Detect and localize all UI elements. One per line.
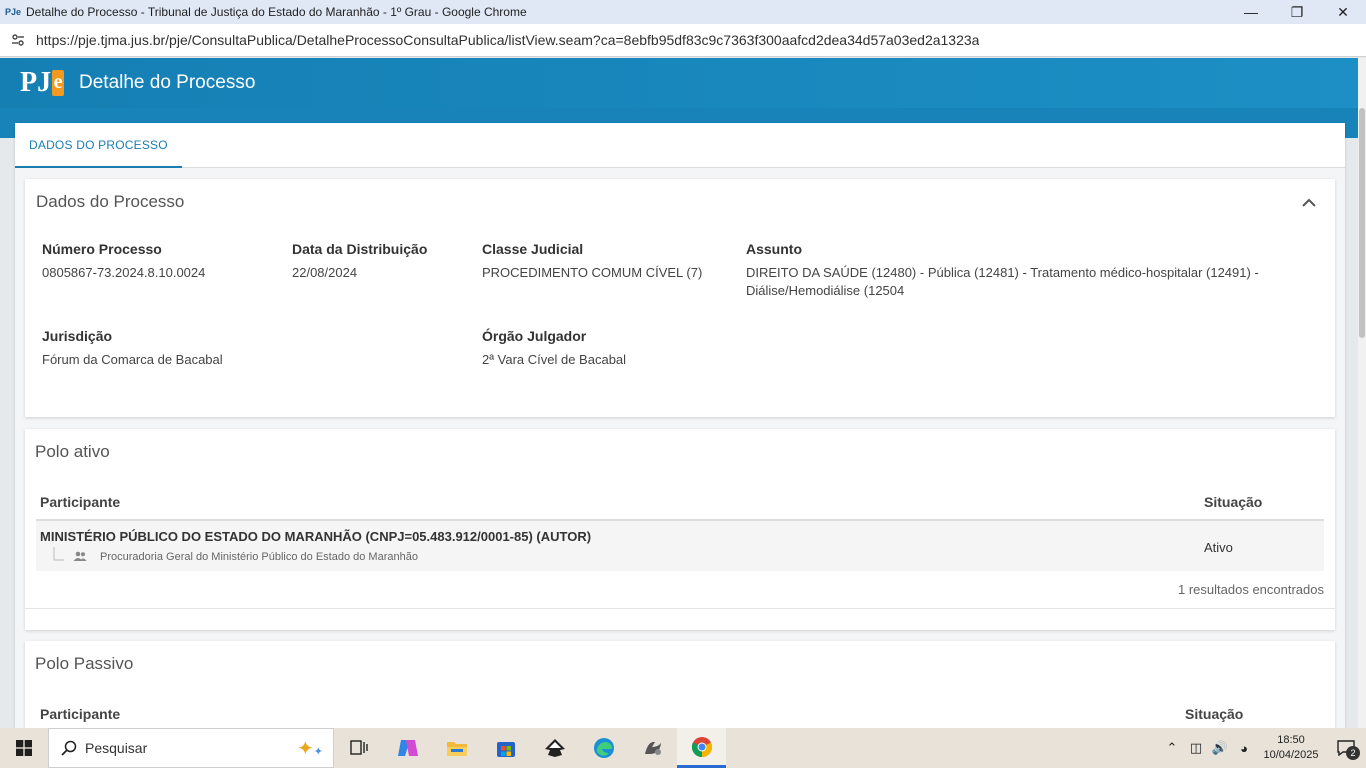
scrollbar-thumb[interactable] (1359, 108, 1365, 338)
address-bar: https://pje.tjma.jus.br/pje/ConsultaPubl… (0, 24, 1366, 57)
copilot-sparkle-icon: ✦✦ (297, 737, 323, 760)
site-settings-icon[interactable] (0, 33, 36, 47)
data-distribuicao-label: Data da Distribuição (292, 241, 428, 257)
search-icon (61, 740, 77, 756)
party-name[interactable]: MINISTÉRIO PÚBLICO DO ESTADO DO MARANHÃO… (40, 529, 591, 544)
url-text[interactable]: https://pje.tjma.jus.br/pje/ConsultaPubl… (36, 32, 979, 48)
close-button[interactable]: ✕ (1320, 0, 1366, 24)
network-icon[interactable]: ◕ (1232, 741, 1256, 756)
jurisdicao-value: Fórum da Comarca de Bacabal (42, 352, 223, 367)
numero-processo-label: Número Processo (42, 241, 162, 257)
assunto-value-line1: DIREITO DA SAÚDE (12480) - Pública (1248… (746, 265, 1259, 280)
orgao-julgador-label: Órgão Julgador (482, 328, 587, 344)
minimize-button[interactable]: — (1228, 0, 1274, 24)
logo-pj-text: PJ (20, 67, 52, 98)
logo-e-text: e (52, 70, 64, 96)
polo-passivo-card: Polo Passivo Participante Situação (25, 641, 1335, 728)
start-button[interactable] (0, 728, 48, 768)
numero-processo-value: 0805867-73.2024.8.10.0024 (42, 265, 206, 280)
restore-button[interactable]: ❐ (1274, 0, 1320, 24)
chevron-up-icon[interactable]: ⌃ (1160, 740, 1184, 756)
jurisdicao-label: Jurisdição (42, 328, 113, 344)
col-participante-header: Participante (40, 706, 121, 722)
tab-dados-do-processo[interactable]: DADOS DO PROCESSO (15, 123, 182, 168)
polo-ativo-card: Polo ativo Participante Situação MINISTÉ… (25, 429, 1335, 630)
party-status: Ativo (1204, 540, 1233, 555)
page-title: Detalhe do Processo (79, 72, 256, 93)
dados-processo-title: Dados do Processo (36, 192, 185, 211)
edge-icon[interactable] (579, 728, 628, 768)
windows-taskbar: Pesquisar ✦✦ ⌃ ◫ 🔊 ◕ 18:50 10/04/2025 2 (0, 728, 1366, 768)
orgao-julgador-value: 2ª Vara Cível de Bacabal (482, 352, 627, 367)
page-scrollbar[interactable] (1358, 58, 1366, 728)
clock-time: 18:50 (1277, 734, 1305, 746)
dados-processo-card: Dados do Processo Número Processo 080586… (25, 179, 1335, 417)
table-row[interactable]: MINISTÉRIO PÚBLICO DO ESTADO DO MARANHÃO… (36, 519, 1324, 571)
assunto-value-line2: Diálise/Hemodiálise (12504 (746, 283, 905, 298)
classe-judicial-label: Classe Judicial (482, 241, 584, 257)
tree-connector-icon (53, 547, 64, 561)
battery-icon[interactable]: ◫ (1184, 740, 1208, 756)
app-header: PJ e Detalhe do Processo (0, 58, 1358, 108)
search-label: Pesquisar (85, 740, 148, 756)
window-title: Detalhe do Processo - Tribunal de Justiç… (26, 5, 527, 19)
task-view-icon[interactable] (334, 728, 383, 768)
polo-passivo-title: Polo Passivo (35, 654, 134, 673)
col-situacao-header: Situação (1204, 494, 1263, 510)
main-panel: DADOS DO PROCESSO Dados do Processo Núme… (15, 123, 1345, 728)
col-situacao-header: Situação (1185, 706, 1244, 722)
notification-badge: 2 (1346, 746, 1360, 760)
browser-title-bar: PJe Detalhe do Processo - Tribunal de Ju… (0, 0, 1366, 24)
people-icon (73, 551, 87, 561)
assunto-label: Assunto (746, 241, 802, 257)
windows-logo-icon (16, 740, 32, 756)
divider (25, 608, 1335, 609)
classe-judicial-value: PROCEDIMENTO COMUM CÍVEL (7) (482, 265, 703, 280)
data-distribuicao-value: 22/08/2024 (292, 265, 358, 280)
chevron-up-icon[interactable] (1301, 195, 1317, 211)
polo-ativo-title: Polo ativo (35, 442, 110, 461)
notification-icon[interactable]: 2 (1326, 728, 1366, 768)
system-tray: ⌃ ◫ 🔊 ◕ 18:50 10/04/2025 2 (1160, 728, 1366, 768)
party-representative: Procuradoria Geral do Ministério Público… (100, 551, 418, 563)
copilot-icon[interactable] (383, 728, 432, 768)
app-icon[interactable] (628, 728, 677, 768)
pje-favicon-icon: PJe (5, 7, 22, 17)
microsoft-store-icon[interactable] (481, 728, 530, 768)
volume-icon[interactable]: 🔊 (1208, 740, 1232, 756)
inkscape-icon[interactable] (530, 728, 579, 768)
clock-date: 10/04/2025 (1263, 749, 1319, 761)
pje-logo[interactable]: PJ e (20, 63, 64, 103)
file-explorer-icon[interactable] (432, 728, 481, 768)
chrome-icon[interactable] (677, 728, 726, 768)
col-participante-header: Participante (40, 494, 121, 510)
tab-bar: DADOS DO PROCESSO (15, 123, 1345, 168)
taskbar-search-box[interactable]: Pesquisar ✦✦ (48, 728, 334, 768)
clock[interactable]: 18:50 10/04/2025 (1256, 733, 1326, 763)
results-count: 1 resultados encontrados (1178, 582, 1324, 597)
